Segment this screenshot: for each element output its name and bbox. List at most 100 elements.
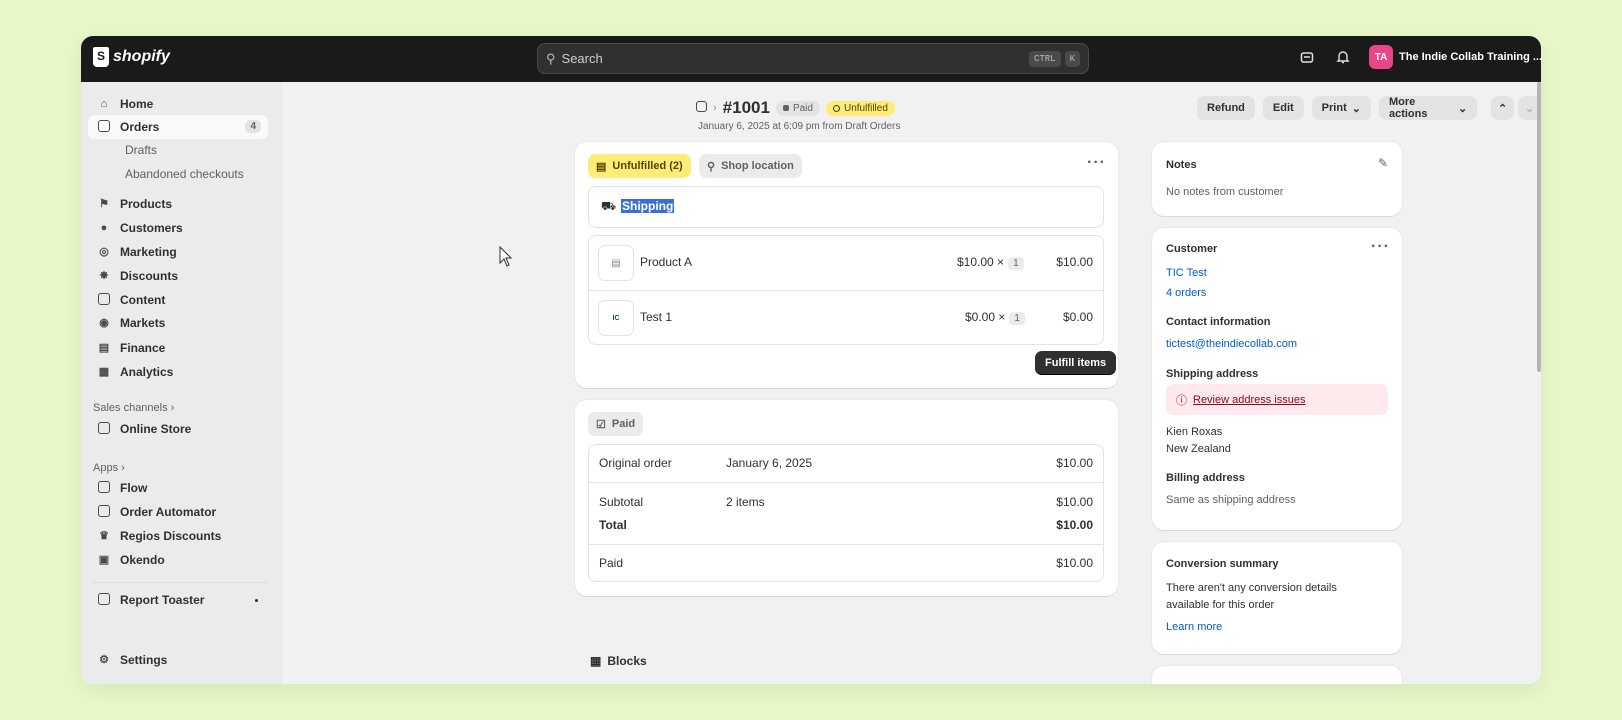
billing-address-title: Billing address (1166, 472, 1245, 484)
more-options-icon[interactable]: ··· (1087, 154, 1106, 172)
page-title: #1001 (722, 98, 770, 117)
search-placeholder: Search (561, 51, 603, 66)
sidebar-item-abandoned-checkouts[interactable]: Abandoned checkouts (88, 162, 268, 186)
paid-label: Paid (599, 556, 624, 570)
fulfill-items-button[interactable]: Fulfill items (1035, 351, 1117, 375)
sidebar-item-label: Abandoned checkouts (125, 167, 244, 181)
sidebar-item-markets[interactable]: ◉ Markets (88, 311, 268, 335)
sales-channels-heading[interactable]: Sales channels › (93, 402, 174, 414)
apps-heading[interactable]: Apps › (93, 462, 125, 474)
sidebar-item-finance[interactable]: ▤ Finance (88, 336, 268, 360)
sidebar-item-regios-discounts[interactable]: ♛ Regios Discounts (88, 524, 268, 548)
line-item-price: $0.00 × 1 (965, 310, 1025, 325)
sidebar-item-label: Report Toaster (120, 593, 205, 607)
bell-icon[interactable] (1333, 49, 1353, 69)
customer-email-link[interactable]: tictest@theindiecollab.com (1166, 338, 1297, 350)
shortcut-ctrl: CTRL (1028, 50, 1061, 67)
sidebar-item-settings[interactable]: ⚙ Settings (88, 648, 268, 672)
sidebar-item-online-store[interactable]: Online Store (88, 417, 268, 441)
sidebar-item-order-automator[interactable]: Order Automator (88, 500, 268, 524)
billing-address-text: Same as shipping address (1166, 494, 1296, 506)
content-icon (97, 293, 111, 307)
home-icon: ⌂ (100, 98, 108, 110)
pin-indicator (255, 599, 258, 602)
sidebar-item-home[interactable]: ⌂ Home (88, 92, 268, 116)
customer-title: Customer (1166, 243, 1218, 255)
line-item-name[interactable]: Test 1 (640, 310, 672, 324)
conversion-title: Conversion summary (1166, 558, 1279, 570)
shortcut-k: K (1064, 50, 1080, 67)
sidebar-item-flow[interactable]: Flow (88, 476, 268, 500)
more-options-icon[interactable]: ··· (1371, 238, 1390, 256)
chevron-down-icon: ⌄ (1458, 102, 1468, 115)
review-address-link[interactable]: Review address issues (1193, 394, 1306, 406)
sidebar-item-content[interactable]: Content (88, 288, 268, 312)
paid-status-badge: Paid (775, 100, 820, 116)
sidebar-item-label: Content (120, 293, 166, 307)
address-warning[interactable]: ⓘ Review address issues (1166, 384, 1388, 415)
inbox-icon (97, 120, 111, 134)
app-window: shopify ⚲ Search CTRL K TA The Indie Col… (81, 36, 1541, 684)
edit-button[interactable]: Edit (1262, 96, 1304, 120)
orders-count-badge: 4 (245, 120, 261, 133)
sidebar-item-label: Order Automator (120, 505, 217, 519)
sidebar-item-orders[interactable]: Orders 4 (88, 115, 268, 139)
row-divider (589, 290, 1103, 291)
gear-icon: ⚙ (99, 654, 109, 666)
original-order-label: Original order (599, 456, 672, 470)
learn-more-link[interactable]: Learn more (1166, 621, 1222, 633)
sidebar-item-label: Discounts (120, 269, 179, 283)
shipping-address-title: Shipping address (1166, 368, 1259, 380)
chevron-up-icon: ⌃ (1498, 102, 1508, 115)
sidebar-item-label: Analytics (120, 365, 174, 379)
tag-icon: ⚑ (99, 198, 109, 210)
sidebar-item-label: Markets (120, 316, 166, 330)
store-name: The Indie Collab Training ... (1399, 51, 1541, 63)
shopify-bag-icon (93, 47, 109, 67)
shipping-method-label: Shipping (621, 199, 675, 213)
edit-pencil-icon[interactable]: ✎ (1378, 156, 1388, 170)
crown-icon: ♛ (99, 530, 109, 542)
customer-name-link[interactable]: TIC Test (1166, 267, 1207, 279)
sidebar-item-discounts[interactable]: ✸ Discounts (88, 264, 268, 288)
discount-icon: ✸ (99, 270, 109, 282)
total-amount: $10.00 (1056, 518, 1093, 532)
sidebar-item-analytics[interactable]: ▩ Analytics (88, 360, 268, 384)
shopify-logo[interactable]: shopify (93, 47, 170, 67)
search-bar[interactable]: ⚲ Search CTRL K (537, 43, 1089, 74)
fulfillment-card: ▤ Unfulfilled (2) ⚲ Shop location ··· ⛟ Sh… (575, 142, 1118, 388)
globe-icon: ◉ (99, 317, 109, 329)
customer-orders-link[interactable]: 4 orders (1166, 287, 1206, 299)
store-menu[interactable]: TA The Indie Collab Training ... (1369, 45, 1541, 69)
customer-card: Customer ··· TIC Test 4 orders Contact i… (1152, 228, 1402, 530)
orders-breadcrumb-icon[interactable] (696, 101, 707, 115)
logo-text: shopify (113, 48, 170, 65)
line-item-price: $10.00 × 1 (957, 255, 1024, 270)
shop-location-tag: ⚲ Shop location (699, 154, 802, 178)
indie-collab-logo: IC (598, 300, 634, 336)
sidebar-item-label: Home (120, 97, 154, 111)
sidebar-item-label: Drafts (125, 143, 158, 157)
store-icon[interactable] (1297, 49, 1317, 69)
more-actions-button[interactable]: More actions ⌄ (1378, 96, 1478, 120)
sidebar-item-customers[interactable]: ● Customers (88, 216, 268, 240)
avatar: TA (1369, 45, 1393, 69)
sidebar-item-report-toaster[interactable]: Report Toaster (88, 588, 268, 612)
total-label: Total (599, 518, 627, 532)
refund-button[interactable]: Refund (1197, 96, 1255, 120)
truck-icon: ⛟ (601, 199, 617, 213)
scrollbar[interactable] (1537, 82, 1541, 372)
sidebar-item-products[interactable]: ⚑ Products (88, 192, 268, 216)
row-divider (589, 544, 1103, 545)
notes-text: No notes from customer (1166, 186, 1284, 198)
sidebar-item-marketing[interactable]: ◎ Marketing (88, 240, 268, 264)
sidebar-item-okendo[interactable]: ▣ Okendo (88, 548, 268, 572)
sidebar-item-drafts[interactable]: Drafts (88, 138, 268, 162)
line-item-name[interactable]: Product A (640, 255, 692, 269)
sidebar: ⌂ Home Orders 4 Drafts Abandoned checkout… (81, 82, 282, 684)
previous-order-button[interactable]: ⌃ (1491, 96, 1515, 120)
print-button[interactable]: Print ⌄ (1311, 96, 1371, 120)
blocks-icon: ▦ (590, 654, 602, 668)
sidebar-item-label: Regios Discounts (120, 529, 222, 543)
address-line-1: Kien Roxas (1166, 426, 1223, 438)
